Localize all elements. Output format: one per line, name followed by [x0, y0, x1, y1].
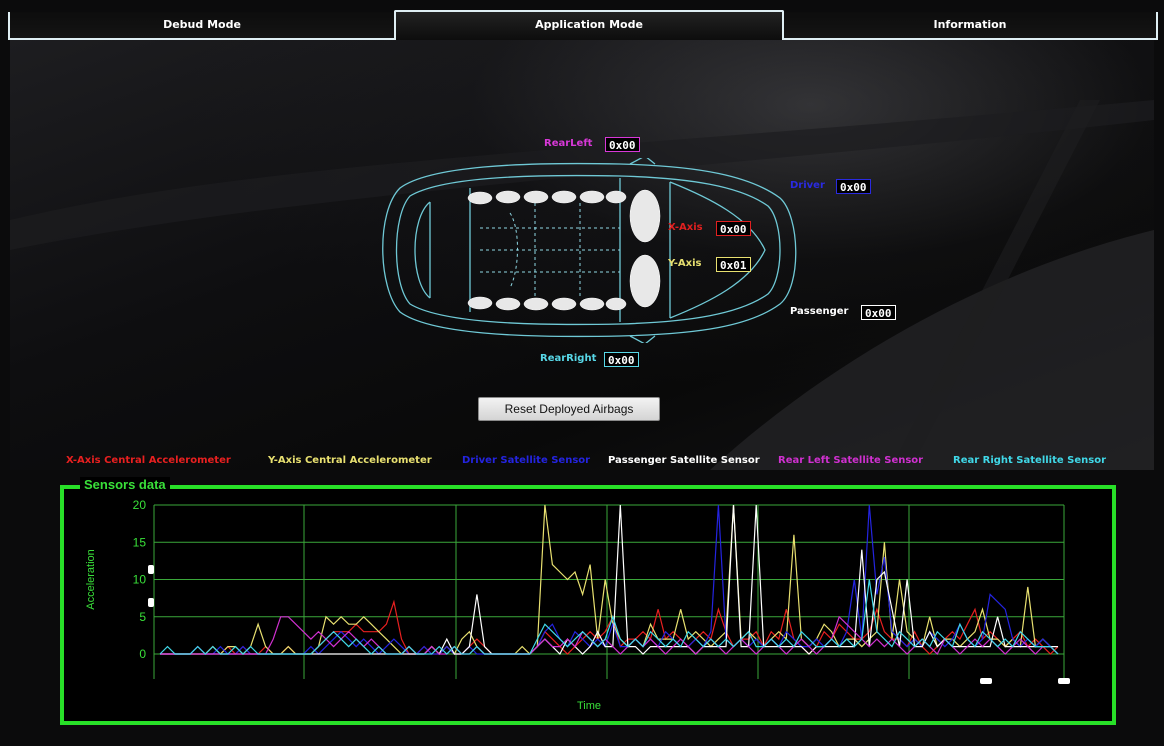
- application-scene: RearLeft 0x00 Driver 0x00 X-Axis 0x00 Y-…: [10, 40, 1154, 470]
- driver-value: 0x00: [836, 179, 871, 194]
- scroll-marker[interactable]: [980, 678, 992, 684]
- car-top-view: [382, 158, 797, 343]
- y-axis-label: Acceleration: [85, 549, 97, 610]
- chart-legend: X-Axis Central Accelerometer Y-Axis Cent…: [0, 455, 1164, 469]
- scroll-marker[interactable]: [148, 598, 154, 607]
- tab-application-mode[interactable]: Application Mode: [394, 10, 784, 40]
- legend-item-driver: Driver Satellite Sensor: [462, 455, 591, 466]
- scroll-marker[interactable]: [148, 565, 154, 574]
- rear-right-value: 0x00: [604, 352, 639, 367]
- legend-item-y-axis: Y-Axis Central Accelerometer: [268, 455, 432, 466]
- x-axis-value: 0x00: [716, 221, 751, 236]
- mode-tabs: Debud Mode Application Mode Information: [8, 10, 1158, 40]
- sensors-chart: 0 5 10 15 20 Acceleration Time: [85, 498, 1065, 712]
- reset-deployed-airbags-button[interactable]: Reset Deployed Airbags: [478, 397, 660, 421]
- y-tick-label: 0: [139, 647, 146, 661]
- legend-item-x-axis: X-Axis Central Accelerometer: [66, 455, 231, 466]
- y-axis-value: 0x01: [716, 257, 751, 272]
- legend-item-rear-right: Rear Right Satellite Sensor: [953, 455, 1107, 466]
- passenger-value: 0x00: [861, 305, 896, 320]
- rear-left-label: RearLeft: [544, 138, 593, 149]
- y-tick-label: 5: [139, 610, 146, 624]
- x-axis-label: X-Axis: [668, 222, 703, 233]
- rear-right-label: RearRight: [540, 353, 597, 364]
- passenger-label: Passenger: [790, 306, 849, 317]
- legend-item-rear-left: Rear Left Satellite Sensor: [778, 455, 924, 466]
- x-axis-label: Time: [577, 700, 601, 712]
- scroll-marker[interactable]: [1058, 678, 1070, 684]
- y-tick-label: 15: [133, 535, 147, 549]
- y-tick-label: 20: [133, 498, 147, 512]
- driver-label: Driver: [790, 180, 825, 191]
- y-axis-label: Y-Axis: [668, 258, 702, 269]
- tab-information[interactable]: Information: [782, 12, 1158, 40]
- y-tick-label: 10: [133, 573, 147, 587]
- rear-left-value: 0x00: [605, 137, 640, 152]
- legend-item-passenger: Passenger Satellite Sensor: [608, 455, 760, 466]
- airbag-monitor-app: Debud Mode Application Mode Information: [0, 0, 1164, 746]
- tab-debud-mode[interactable]: Debud Mode: [8, 12, 396, 40]
